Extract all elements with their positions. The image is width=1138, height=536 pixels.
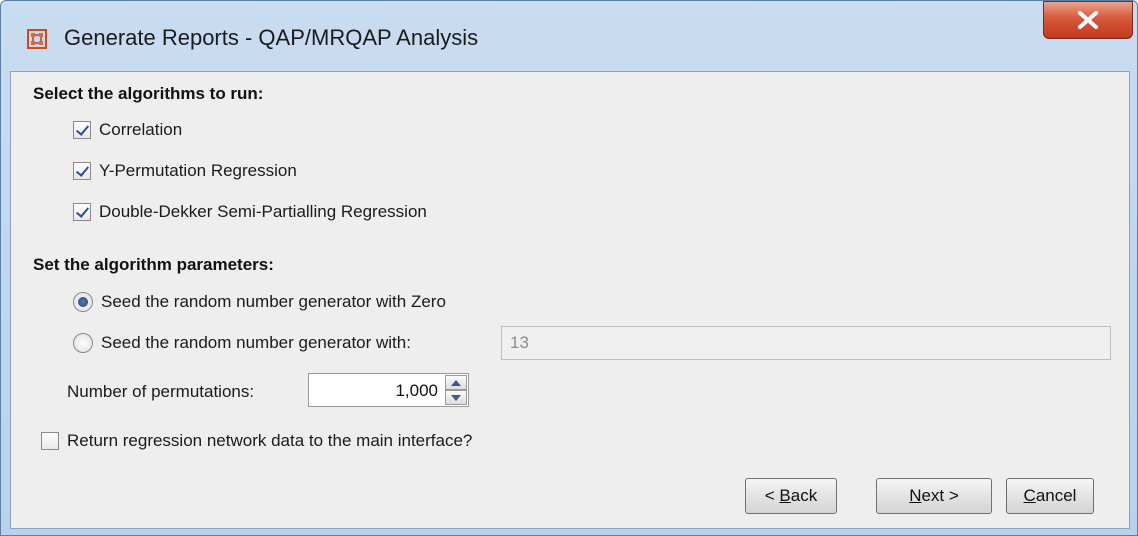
spinner-down-arrow-icon[interactable] (445, 390, 467, 405)
checkbox-label: Return regression network data to the ma… (67, 431, 473, 450)
radio-button[interactable] (73, 292, 93, 312)
radio-label: Seed the random number generator with Ze… (101, 292, 446, 311)
dialog-window: Generate Reports - QAP/MRQAP Analysis Se… (0, 0, 1138, 536)
close-button[interactable] (1043, 1, 1133, 39)
permutations-label: Number of permutations: (67, 382, 255, 401)
next-mnemonic: N (909, 486, 922, 505)
title-bar[interactable]: Generate Reports - QAP/MRQAP Analysis (1, 1, 1137, 73)
back-rest: ack (790, 486, 818, 505)
radio-label: Seed the random number generator with: (101, 333, 411, 352)
checkbox-correlation[interactable]: Correlation (73, 120, 182, 140)
cancel-rest: ancel (1035, 486, 1077, 505)
app-grid-icon (27, 29, 47, 49)
dialog-content: Select the algorithms to run: Correlatio… (10, 71, 1130, 529)
parameters-heading: Set the algorithm parameters: (33, 255, 274, 274)
seed-value-input[interactable]: 13 (501, 326, 1111, 360)
back-button[interactable]: < Back (745, 478, 837, 514)
cancel-mnemonic: C (1023, 486, 1036, 505)
checkbox-label: Double-Dekker Semi-Partialling Regressio… (99, 202, 427, 221)
checkbox-y-permutation-regression[interactable]: Y-Permutation Regression (73, 161, 297, 181)
spinner-up-arrow-icon[interactable] (445, 375, 467, 390)
next-button[interactable]: Next > (876, 478, 992, 514)
back-prefix: < (764, 486, 780, 505)
checkbox-label: Y-Permutation Regression (99, 161, 297, 180)
checkbox-double-dekker-regression[interactable]: Double-Dekker Semi-Partialling Regressio… (73, 202, 427, 222)
checkbox-box[interactable] (73, 162, 91, 180)
checkbox-box[interactable] (73, 121, 91, 139)
close-icon (1078, 11, 1098, 29)
checkbox-box[interactable] (73, 203, 91, 221)
radio-seed-zero[interactable]: Seed the random number generator with Ze… (73, 292, 446, 312)
algorithms-heading: Select the algorithms to run: (33, 84, 264, 103)
cancel-button[interactable]: Cancel (1006, 478, 1094, 514)
checkbox-label: Correlation (99, 120, 183, 139)
back-mnemonic: B (779, 486, 791, 505)
checkbox-return-regression-data[interactable]: Return regression network data to the ma… (41, 431, 472, 451)
next-rest: ext > (921, 486, 959, 505)
radio-seed-value[interactable]: Seed the random number generator with: (73, 333, 411, 353)
radio-button[interactable] (73, 333, 93, 353)
checkbox-box[interactable] (41, 432, 59, 450)
permutations-spinner[interactable]: 1,000 (308, 373, 469, 407)
permutations-value[interactable]: 1,000 (395, 381, 438, 401)
window-title: Generate Reports - QAP/MRQAP Analysis (64, 25, 479, 50)
